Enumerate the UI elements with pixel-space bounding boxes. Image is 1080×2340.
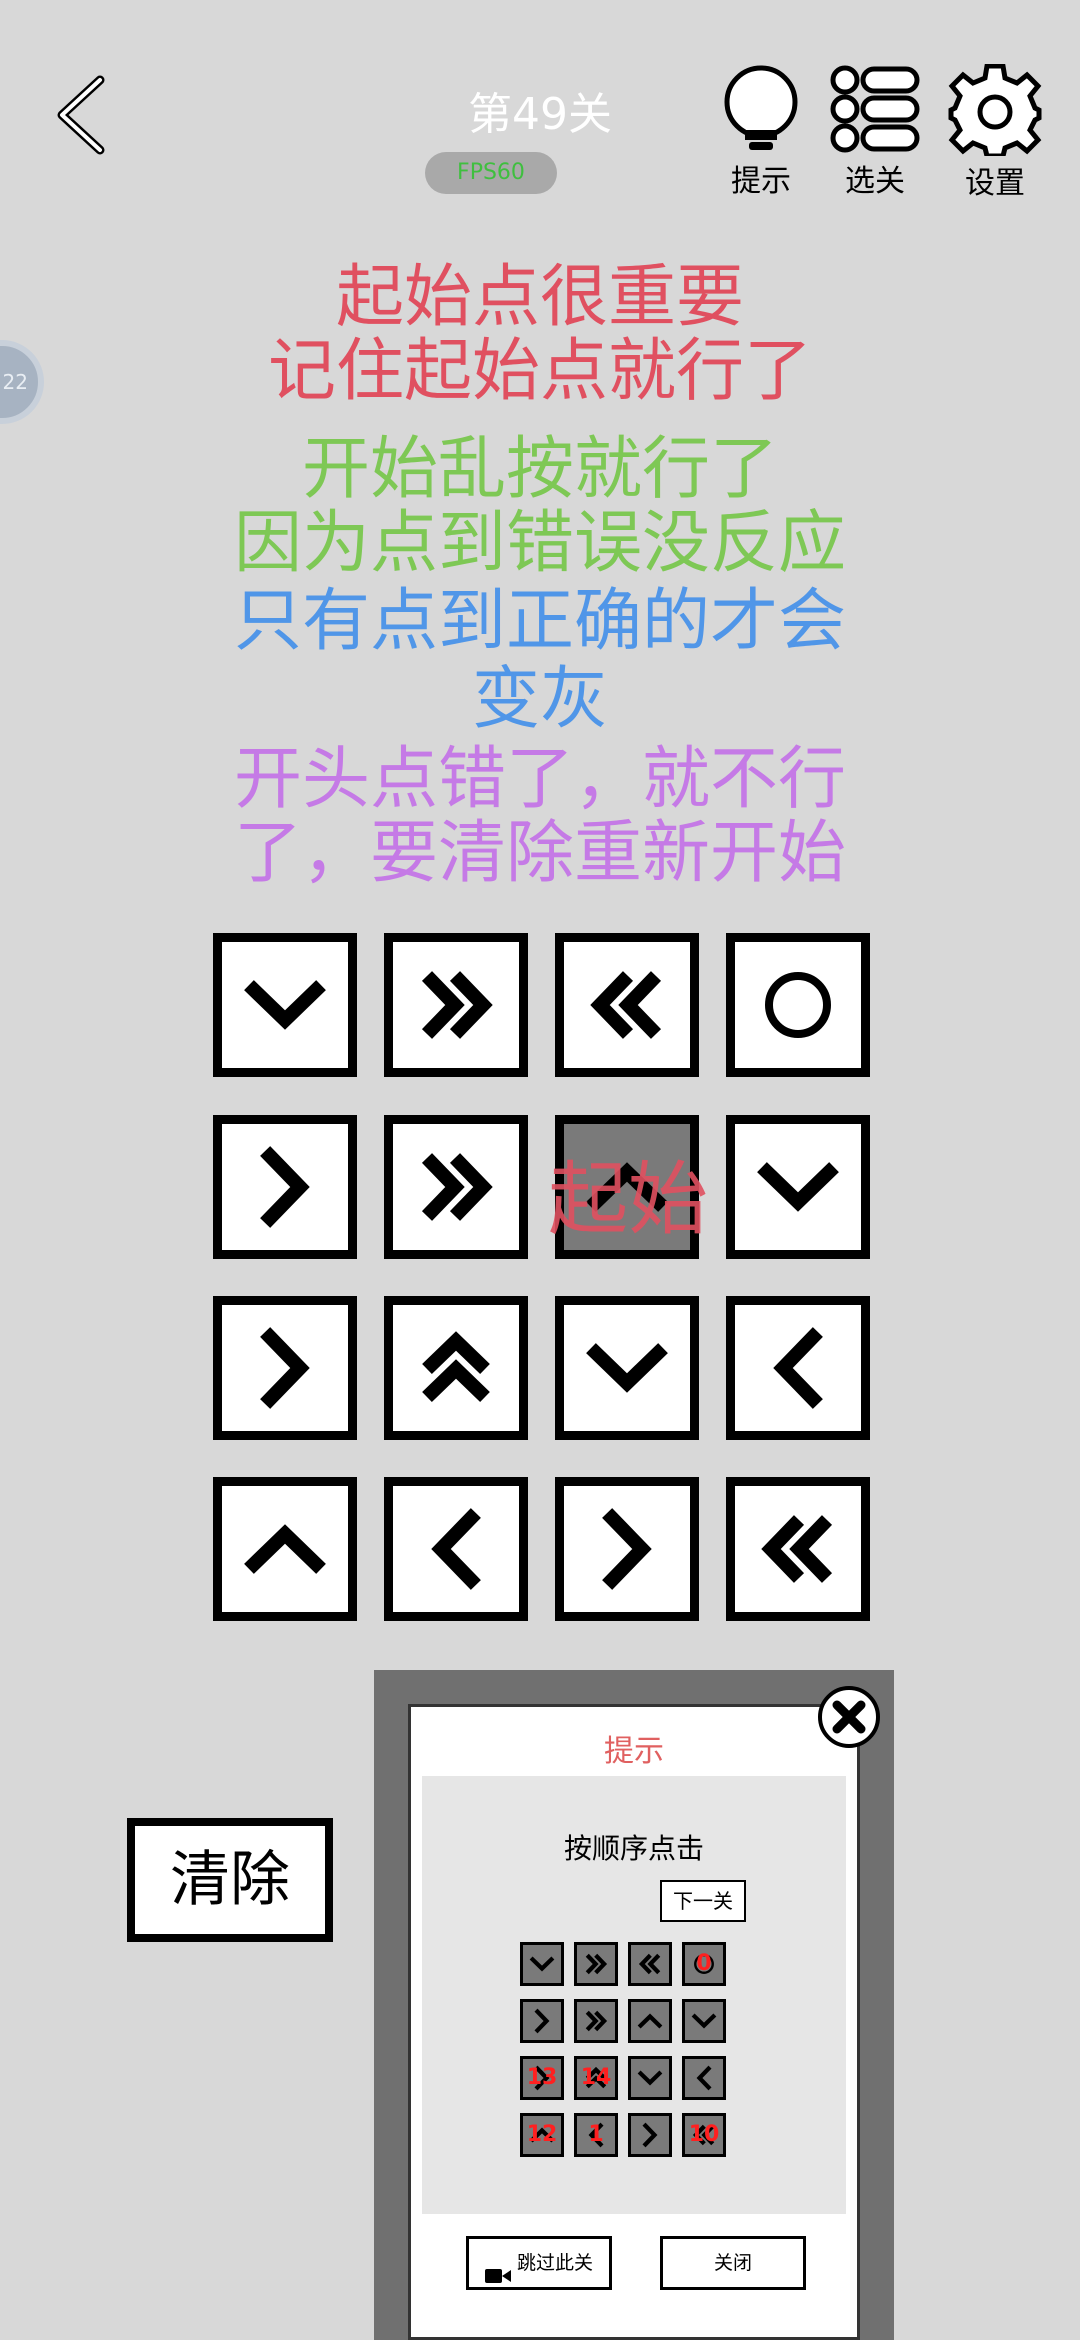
double-chevron-left-icon [761, 1515, 833, 1583]
chevron-down-icon [244, 980, 326, 1030]
circle-icon [765, 972, 831, 1038]
grid-cell-2-2[interactable] [384, 1115, 528, 1259]
chevron-up-icon [637, 2013, 663, 2029]
chevron-down-icon [637, 2070, 663, 2086]
hint-cell-1-1 [520, 1942, 564, 1986]
fps-badge: FPS60 [425, 152, 557, 194]
grid-cell-1-4[interactable] [726, 933, 870, 1077]
hint-cell-3-3 [628, 2056, 672, 2100]
hint-order-number: 10 [688, 2122, 720, 2147]
hint-order-number: 14 [580, 2065, 612, 2090]
video-icon [484, 2255, 511, 2283]
grid-cell-1-3[interactable] [555, 933, 699, 1077]
hint-cell-4-1: 12 [520, 2113, 564, 2157]
chevron-left-icon [57, 75, 105, 155]
level-title: 第49关 [468, 89, 612, 140]
chevron-left-icon [431, 1508, 481, 1590]
double-chevron-right-icon [585, 2010, 608, 2032]
tip-line-6: 变灰 [471, 660, 608, 739]
double-chevron-left-icon [590, 971, 662, 1039]
chevron-right-icon [260, 1146, 310, 1228]
double-chevron-right-icon [585, 1953, 608, 1975]
grid-cell-3-1[interactable] [213, 1296, 357, 1440]
start-label: 起始 [548, 1153, 708, 1246]
grid-cell-3-3[interactable] [555, 1296, 699, 1440]
grid-cell-2-1[interactable] [213, 1115, 357, 1259]
settings-button[interactable]: 设置 [940, 64, 1050, 201]
tip-line-3: 开始乱按就行了 [301, 430, 778, 509]
tip-line-5: 只有点到正确的才会 [233, 582, 846, 661]
double-chevron-right-icon [421, 1153, 493, 1221]
hint-cell-3-2: 14 [574, 2056, 618, 2100]
double-chevron-left-icon [638, 1953, 661, 1975]
hint-order-number: 13 [526, 2065, 558, 2090]
hint-cell-3-1: 13 [520, 2056, 564, 2100]
hint-cell-2-3 [628, 1999, 672, 2043]
grid-cell-4-2[interactable] [384, 1477, 528, 1621]
hint-cell-2-2 [574, 1999, 618, 2043]
hint-order-number: 1 [588, 2122, 604, 2147]
clear-button[interactable]: 清除 [127, 1818, 333, 1942]
hint-order-number: 0 [696, 1951, 712, 1976]
hint-instruction: 按顺序点击 [563, 1832, 704, 1865]
double-chevron-up-icon [422, 1331, 490, 1403]
chevron-up-icon [244, 1524, 326, 1574]
hint-cell-2-4 [682, 1999, 726, 2043]
hint-cell-1-4: 0 [682, 1942, 726, 1986]
chevron-right-icon [260, 1327, 310, 1409]
hint-cell-1-3 [628, 1942, 672, 1986]
hint-order-number: 12 [526, 2122, 558, 2147]
grid-cell-1-1[interactable] [213, 933, 357, 1077]
hint-button[interactable]: 提示 [706, 64, 816, 199]
chevron-down-icon [691, 2013, 717, 2029]
close-icon [832, 1700, 866, 1734]
chevron-right-icon [602, 1508, 652, 1590]
grid-cell-4-4[interactable] [726, 1477, 870, 1621]
grid-cell-2-4[interactable] [726, 1115, 870, 1259]
hint-cell-3-4 [682, 2056, 726, 2100]
chevron-down-icon [529, 1956, 555, 1972]
double-chevron-right-icon [421, 971, 493, 1039]
gear-icon [948, 64, 1042, 156]
grid-cell-4-3[interactable] [555, 1477, 699, 1621]
level-select-label: 选关 [845, 164, 905, 199]
chevron-down-icon [586, 1343, 668, 1393]
chevron-down-icon [757, 1162, 839, 1212]
chevron-left-icon [696, 2065, 712, 2091]
lightbulb-icon [724, 65, 798, 150]
hint-button-label: 提示 [731, 164, 791, 199]
tip-line-4: 因为点到错误没反应 [233, 504, 846, 583]
back-button[interactable] [44, 70, 124, 160]
tip-line-8: 了，要清除重新开始 [233, 814, 846, 893]
grid-cell-3-4[interactable] [726, 1296, 870, 1440]
hint-cell-1-2 [574, 1942, 618, 1986]
chevron-left-icon [773, 1327, 823, 1409]
hint-cell-4-4: 10 [682, 2113, 726, 2157]
next-level-button[interactable]: 下一关 [660, 1880, 746, 1922]
settings-label: 设置 [965, 166, 1025, 201]
grid-cell-1-2[interactable] [384, 933, 528, 1077]
chevron-right-icon [642, 2122, 658, 2148]
tip-line-1: 起始点很重要 [335, 258, 744, 337]
tip-line-2: 记住起始点就行了 [267, 332, 812, 411]
list-icon [830, 65, 920, 153]
level-select-button[interactable]: 选关 [820, 64, 930, 199]
skip-level-button[interactable]: 跳过此关 [466, 2236, 612, 2290]
hint-cell-2-1 [520, 1999, 564, 2043]
chevron-right-icon [534, 2008, 550, 2034]
grid-cell-4-1[interactable] [213, 1477, 357, 1621]
grid-cell-3-2[interactable] [384, 1296, 528, 1440]
hint-cell-4-2: 1 [574, 2113, 618, 2157]
skip-level-label: 跳过此关 [517, 2252, 594, 2274]
hint-close-text-button[interactable]: 关闭 [660, 2236, 806, 2290]
hint-panel-title: 提示 [604, 1734, 664, 1769]
hint-close-button[interactable] [818, 1686, 880, 1748]
hint-cell-4-3 [628, 2113, 672, 2157]
tip-line-7: 开头点错了，就不行 [233, 740, 846, 819]
